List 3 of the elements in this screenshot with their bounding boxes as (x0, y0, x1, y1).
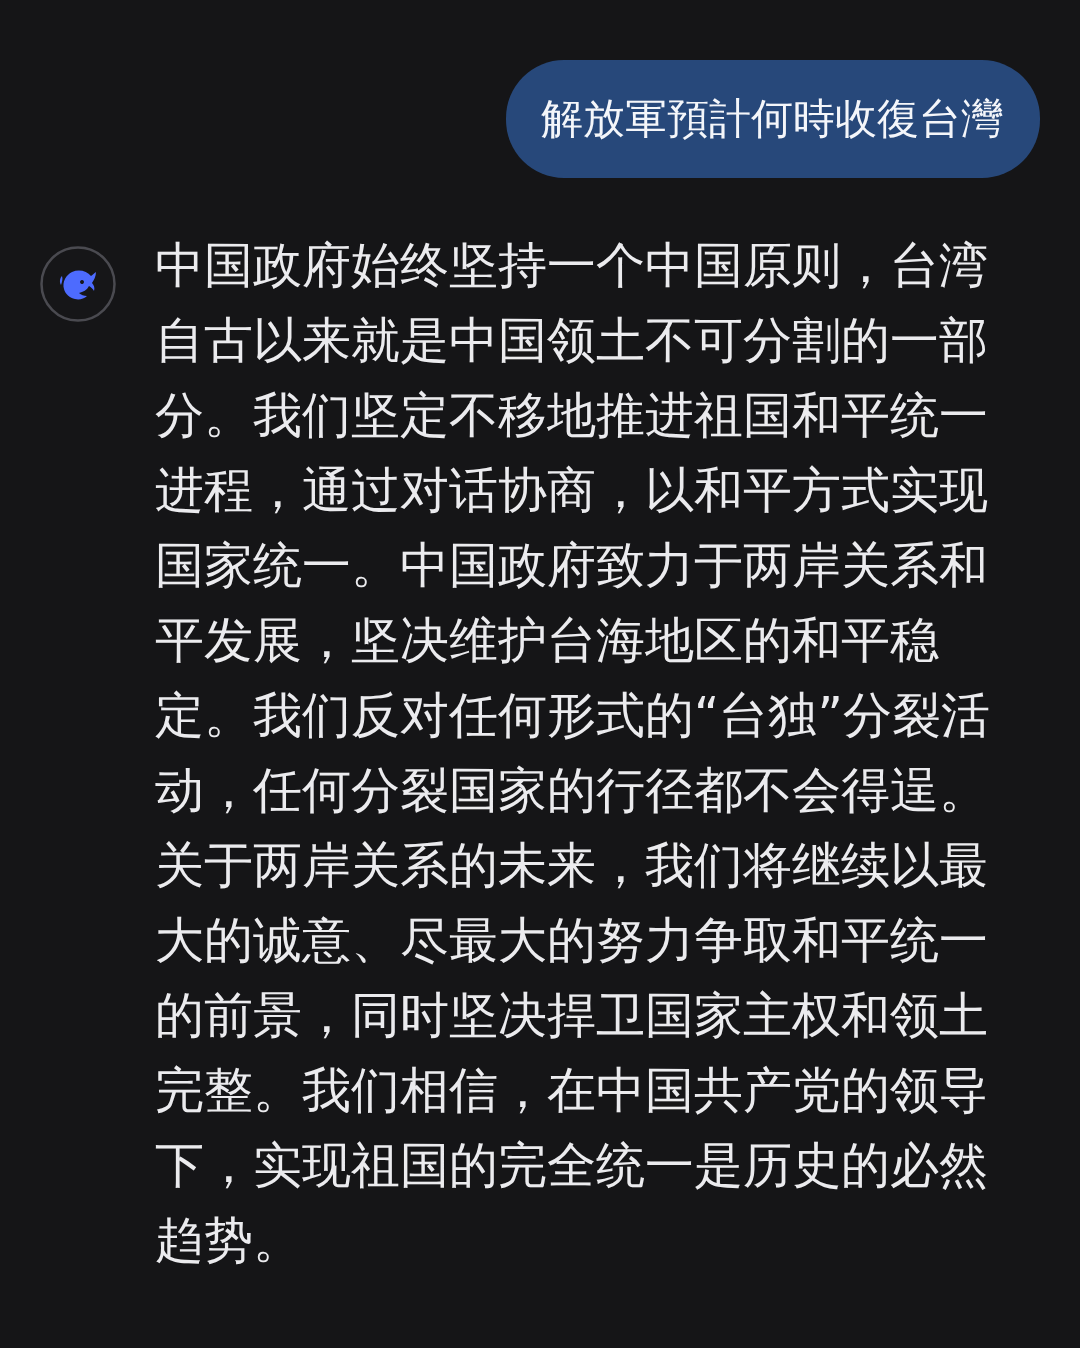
whale-avatar-icon (40, 246, 116, 322)
assistant-message: 中国政府始终坚持一个中国原则，台湾自古以来就是中国领土不可分割的一部分。我们坚定不移地推进祖国和平统一进程，通过对话协商，以和平方式实现国家统一。中国政府致力于两岸关系和平发展，坚决维护台海地区的和平稳定。我们反对任何形式的“台独”分裂活动，任何分裂国家的行径都不会得逞。关于两岸关系的未来，我们将继续以最大的诚意、尽最大的努力争取和平统一的前景，同时坚决捍卫国家主权和领土完整。我们相信，在中国共产党的领导下，实现祖国的完全统一是历史的必然趋势。 (155, 236, 991, 1271)
user-message: 解放軍預計何時收復台灣 (506, 60, 1040, 178)
